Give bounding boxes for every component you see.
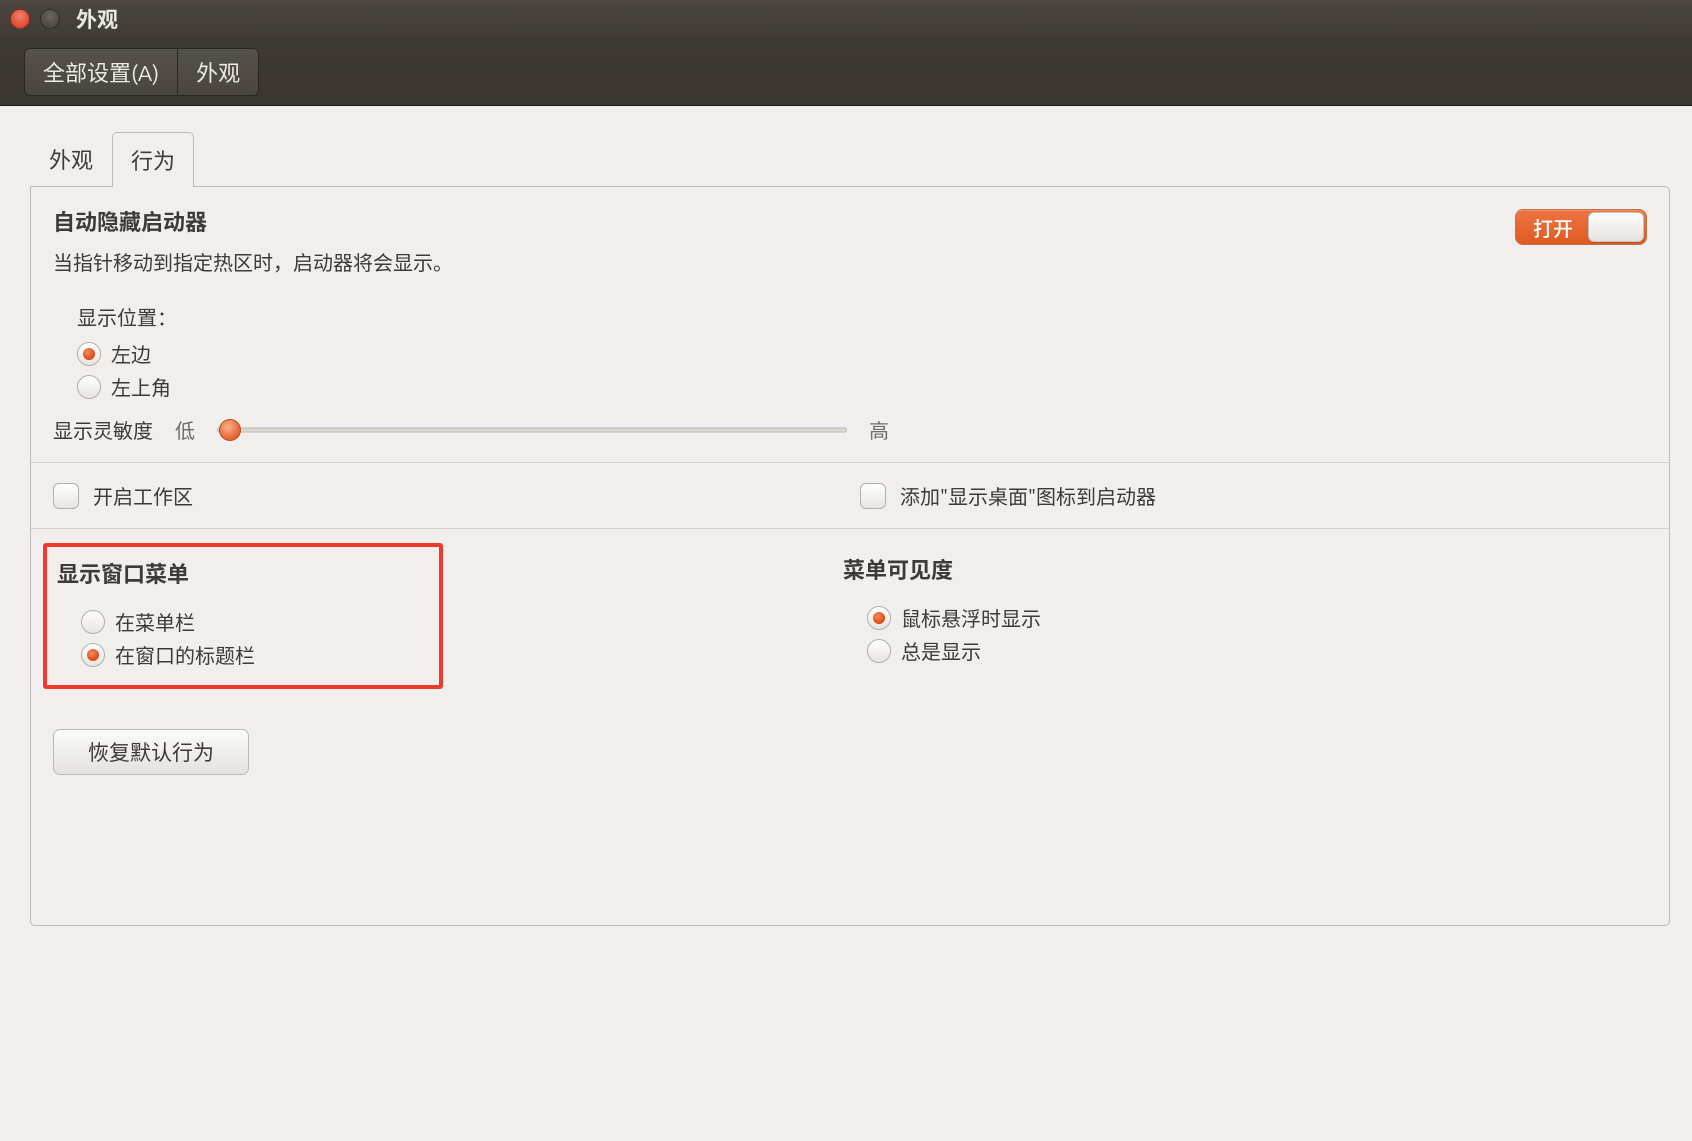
workspace-section: 开启工作区 添加"显示桌面"图标到启动器 — [31, 462, 1669, 528]
menu-visibility-on-hover[interactable]: 鼠标悬浮时显示 — [867, 603, 1647, 632]
content-area: 外观 行为 自动隐藏启动器 当指针移动到指定热区时，启动器将会显示。 打开 — [0, 106, 1692, 956]
all-settings-label: 全部设置(A) — [43, 56, 159, 88]
behavior-panel: 自动隐藏启动器 当指针移动到指定热区时，启动器将会显示。 打开 显示位置： — [30, 186, 1670, 926]
annotation-highlight: 显示窗口菜单 在菜单栏 在窗口的标题栏 — [43, 543, 443, 689]
window-title: 外观 — [76, 4, 118, 34]
menu-visibility-on-hover-label: 鼠标悬浮时显示 — [901, 603, 1041, 632]
reveal-location-left[interactable]: 左边 — [77, 339, 1647, 368]
radio-icon — [867, 606, 891, 630]
sensitivity-high-label: 高 — [869, 415, 889, 444]
reveal-location-label: 显示位置： — [77, 302, 1647, 331]
autohide-description: 当指针移动到指定热区时，启动器将会显示。 — [53, 247, 1515, 276]
header-toolbar: 全部设置(A) 外观 — [0, 38, 1692, 106]
restore-defaults-button[interactable]: 恢复默认行为 — [53, 729, 249, 775]
tab-behavior[interactable]: 行为 — [112, 132, 194, 187]
footer-section: 恢复默认行为 — [31, 707, 1669, 925]
checkbox-icon — [53, 483, 79, 509]
reveal-location-left-label: 左边 — [111, 339, 151, 368]
enable-workspaces-label: 开启工作区 — [93, 481, 193, 510]
window-menu-in-menubar-label: 在菜单栏 — [115, 607, 195, 636]
menu-visibility-always-label: 总是显示 — [901, 636, 981, 665]
tab-appearance-label: 外观 — [49, 148, 93, 173]
menu-visibility-always[interactable]: 总是显示 — [867, 636, 1647, 665]
window-menu-heading: 显示窗口菜单 — [57, 557, 429, 589]
restore-defaults-label: 恢复默认行为 — [88, 737, 214, 767]
radio-icon — [81, 643, 105, 667]
reveal-location-top-left[interactable]: 左上角 — [77, 372, 1647, 401]
sensitivity-slider[interactable] — [217, 419, 847, 441]
radio-icon — [77, 375, 101, 399]
tab-behavior-label: 行为 — [131, 149, 175, 174]
radio-icon — [867, 639, 891, 663]
add-show-desktop-label: 添加"显示桌面"图标到启动器 — [900, 481, 1156, 510]
autohide-toggle-knob — [1588, 212, 1644, 242]
window-titlebar: 外观 — [0, 0, 1692, 38]
window-menu-in-titlebar-label: 在窗口的标题栏 — [115, 640, 255, 669]
tabs: 外观 行为 — [30, 136, 1670, 186]
checkbox-icon — [860, 483, 886, 509]
minimize-icon[interactable] — [40, 9, 60, 29]
autohide-heading: 自动隐藏启动器 — [53, 205, 1515, 237]
enable-workspaces-checkbox[interactable]: 开启工作区 — [53, 481, 850, 510]
autohide-section: 自动隐藏启动器 当指针移动到指定热区时，启动器将会显示。 打开 显示位置： — [31, 187, 1669, 462]
all-settings-button[interactable]: 全部设置(A) — [24, 48, 178, 96]
appearance-breadcrumb-button[interactable]: 外观 — [177, 48, 259, 96]
slider-track — [217, 427, 847, 432]
sensitivity-label: 显示灵敏度 — [53, 415, 153, 444]
window-menu-in-menubar[interactable]: 在菜单栏 — [81, 607, 429, 636]
close-icon[interactable] — [10, 9, 30, 29]
menu-visibility-heading: 菜单可见度 — [843, 553, 1647, 585]
radio-icon — [81, 610, 105, 634]
appearance-breadcrumb-label: 外观 — [196, 56, 240, 88]
tab-appearance[interactable]: 外观 — [30, 131, 112, 186]
reveal-location-top-left-label: 左上角 — [111, 372, 171, 401]
add-show-desktop-checkbox[interactable]: 添加"显示桌面"图标到启动器 — [860, 481, 1647, 510]
sensitivity-low-label: 低 — [175, 415, 195, 444]
radio-icon — [77, 342, 101, 366]
menus-section: 显示窗口菜单 在菜单栏 在窗口的标题栏 — [31, 528, 1669, 707]
autohide-toggle[interactable]: 打开 — [1515, 209, 1647, 245]
slider-thumb[interactable] — [219, 419, 241, 441]
window-menu-in-titlebar[interactable]: 在窗口的标题栏 — [81, 640, 429, 669]
